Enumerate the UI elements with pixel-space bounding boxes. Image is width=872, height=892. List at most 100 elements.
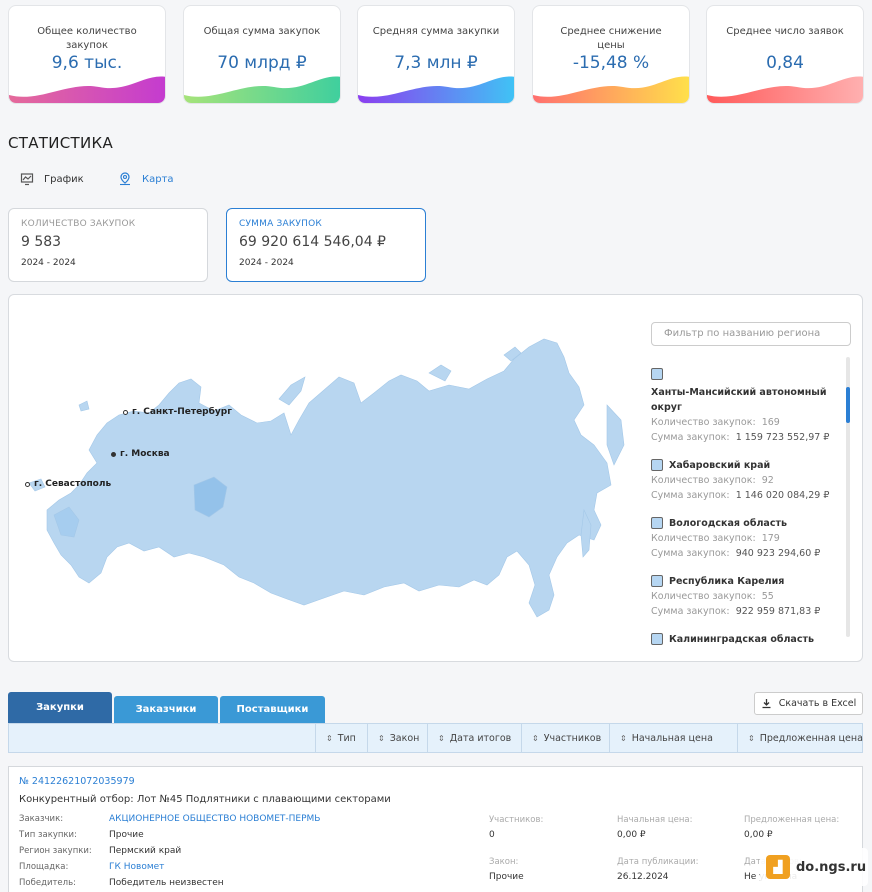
law-label: Закон:	[489, 857, 519, 867]
winner-value: Победитель неизвестен	[109, 878, 224, 888]
list-tabs: Закупки Заказчики Поставщики	[8, 692, 327, 723]
stat-card-period: 2024 - 2024	[21, 258, 76, 268]
city-moscow[interactable]: г. Москва	[111, 449, 170, 459]
kpi-wave-decoration	[184, 76, 340, 103]
region-count: Количество закупок: 179	[651, 531, 841, 546]
region-checkbox[interactable]	[651, 575, 663, 587]
view-tab-map[interactable]: Карта	[118, 172, 174, 186]
ngs-logo-icon: ▟	[766, 855, 790, 879]
region-sum-value: 1 146 020 084,29 ₽	[735, 490, 830, 501]
kpi-value: 0,84	[766, 53, 804, 73]
purchase-number-link[interactable]: № 24122621072035979	[19, 776, 135, 787]
region-list: Ханты-Мансийский автономный округ Количе…	[651, 367, 841, 660]
map-region-kamchatka[interactable]	[606, 404, 625, 466]
region-sum-value: 940 923 294,60 ₽	[735, 548, 821, 559]
sort-icon: ⇕	[748, 733, 755, 743]
region-sum: Сумма закупок: 922 959 871,83 ₽	[651, 604, 841, 619]
region-checkbox[interactable]	[651, 517, 663, 529]
region-count: Количество закупок: 169	[651, 415, 841, 430]
stat-card-count[interactable]: КОЛИЧЕСТВО ЗАКУПОК 9 583 2024 - 2024	[8, 208, 208, 282]
region-name-row: Ханты-Мансийский автономный округ	[651, 367, 841, 415]
region-count-label: Количество закупок:	[651, 475, 756, 486]
view-tab-chart[interactable]: График	[20, 172, 84, 186]
city-sevastopol[interactable]: г. Севастополь	[25, 479, 111, 489]
region-count-value: 169	[761, 417, 780, 428]
region-name: Ханты-Мансийский автономный округ	[651, 387, 827, 413]
sort-icon: ⇕	[620, 733, 627, 743]
kpi-card-average-sum: Средняя сумма закупки 7,3 млн ₽	[357, 5, 515, 104]
region-checkbox[interactable]	[651, 633, 663, 645]
region-filter-input[interactable]: Фильтр по названию региона	[651, 322, 851, 346]
purchase-field-values: АКЦИОНЕРНОЕ ОБЩЕСТВО НОВОМЕТ-ПЕРМЬ Прочи…	[109, 811, 409, 891]
participants-block: Участников: 0	[489, 813, 543, 843]
map-region-kaliningrad[interactable]	[78, 400, 90, 412]
field-label: Регион закупки:	[19, 846, 92, 856]
region-item[interactable]: Ханты-Мансийский автономный округ Количе…	[651, 367, 841, 445]
tab-purchases[interactable]: Закупки	[8, 692, 112, 723]
region-name: Вологодская область	[669, 518, 787, 529]
platform-link[interactable]: ГК Новомет	[109, 859, 409, 875]
kpi-value: 7,3 млн ₽	[394, 53, 478, 73]
kpi-card-total-count: Общее количество закупок 9,6 тыс.	[8, 5, 166, 104]
region-name: Хабаровский край	[669, 460, 771, 471]
kpi-label: Общая сумма закупок	[203, 26, 321, 37]
publication-date-value: 26.12.2024	[617, 872, 669, 882]
purchase-row[interactable]: № 24122621072035979 Конкурентный отбор: …	[8, 766, 863, 892]
column-header-results-date[interactable]: ⇕ Дата итогов	[427, 724, 521, 752]
region-item[interactable]: Республика Карелия Количество закупок: 5…	[651, 574, 841, 619]
region-name-row: Вологодская область	[651, 516, 841, 531]
region-sum-label: Сумма закупок:	[651, 490, 730, 501]
offered-price-block: Предложенная цена: 0,00 ₽	[744, 813, 839, 843]
column-header-participants[interactable]: ⇕ Участников	[521, 724, 609, 752]
map-region-severnaya-zemlya[interactable]	[428, 364, 452, 382]
map-pin-icon	[120, 172, 130, 186]
publication-date-block: Дата публикации: 26.12.2024	[617, 855, 699, 885]
sort-icon: ⇕	[378, 733, 385, 743]
purchase-field-labels: Заказчик: Тип закупки: Регион закупки: П…	[19, 811, 109, 891]
region-checkbox[interactable]	[651, 368, 663, 380]
map-region-novaya-zemlya[interactable]	[278, 376, 306, 406]
kpi-value: -15,48 %	[572, 53, 650, 73]
region-item[interactable]: Хабаровский край Количество закупок: 92 …	[651, 458, 841, 503]
scrollbar-thumb[interactable]	[846, 387, 850, 423]
region-item[interactable]: Калининградская область	[651, 632, 841, 647]
start-price-label: Начальная цена:	[617, 815, 693, 825]
kpi-label: Средняя сумма закупки	[372, 26, 500, 37]
download-excel-button[interactable]: Скачать в Excel	[754, 692, 863, 715]
column-header-label: Дата итогов	[449, 732, 512, 744]
chart-icon	[20, 173, 34, 186]
download-excel-label: Скачать в Excel	[778, 698, 857, 709]
tab-customers[interactable]: Заказчики	[114, 696, 218, 723]
city-saint-petersburg[interactable]: г. Санкт-Петербург	[123, 407, 232, 417]
region-count-label: Количество закупок:	[651, 417, 756, 428]
purchase-title: Конкурентный отбор: Лот №45 Подлятники с…	[19, 794, 391, 805]
region-sum-value: 1 159 723 552,97 ₽	[735, 432, 830, 443]
watermark-text: do.ngs.ru	[796, 859, 867, 875]
city-marker	[111, 451, 116, 457]
column-header-label: Участников	[543, 732, 602, 744]
table-header: ⇕ Тип ⇕ Закон ⇕ Дата итогов ⇕ Участников ⇕ На…	[8, 723, 863, 753]
column-header-law[interactable]: ⇕ Закон	[367, 724, 427, 752]
region-item[interactable]: Вологодская область Количество закупок: …	[651, 516, 841, 561]
column-header-type[interactable]: ⇕ Тип	[315, 724, 367, 752]
kpi-wave-decoration	[358, 76, 514, 103]
column-header-offered-price[interactable]: ⇕ Предложенная цена	[737, 724, 863, 752]
region-checkbox[interactable]	[651, 459, 663, 471]
map-panel: г. Санкт-Петербург г. Москва г. Севастоп…	[8, 294, 863, 662]
city-label: г. Санкт-Петербург	[132, 407, 232, 417]
map-russia-mainland[interactable]	[46, 338, 612, 618]
city-marker	[123, 409, 128, 415]
sort-icon: ⇕	[326, 733, 333, 743]
stat-card-sum[interactable]: СУММА ЗАКУПОК 69 920 614 546,04 ₽ 2024 -…	[226, 208, 426, 282]
region-sum: Сумма закупок: 940 923 294,60 ₽	[651, 546, 841, 561]
participants-value: 0	[489, 830, 495, 840]
region-sum: Сумма закупок: 1 146 020 084,29 ₽	[651, 488, 841, 503]
region-name: Калининградская область	[669, 634, 814, 645]
customer-link[interactable]: АКЦИОНЕРНОЕ ОБЩЕСТВО НОВОМЕТ-ПЕРМЬ	[109, 811, 409, 827]
region-list-scrollbar[interactable]	[846, 357, 850, 637]
stat-card-value: 69 920 614 546,04 ₽	[239, 234, 386, 250]
kpi-value: 70 млрд ₽	[217, 53, 307, 73]
tab-suppliers[interactable]: Поставщики	[220, 696, 325, 723]
column-header-start-price[interactable]: ⇕ Начальная цена	[609, 724, 737, 752]
stat-card-title: СУММА ЗАКУПОК	[239, 219, 322, 229]
